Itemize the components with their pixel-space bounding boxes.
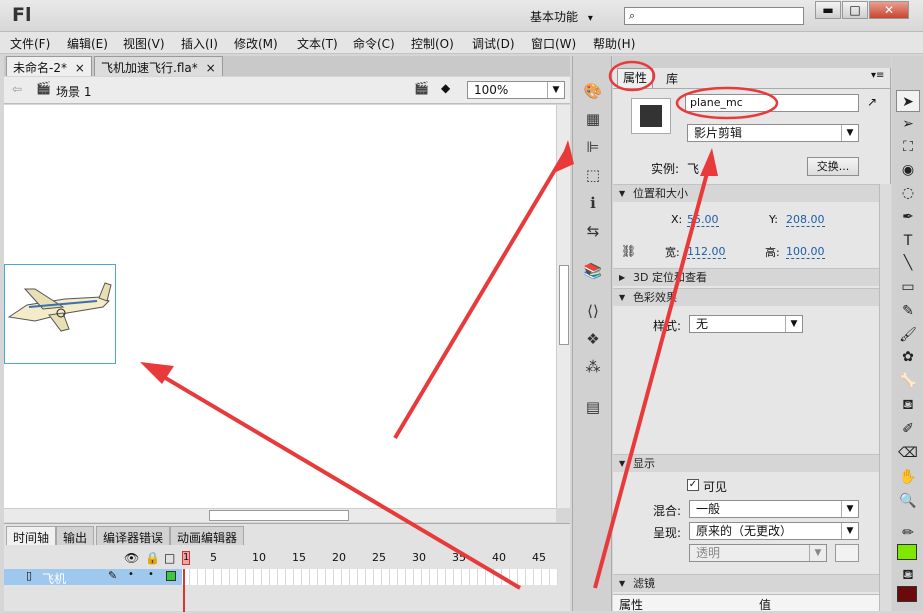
arrowhead-panel-strip bbox=[556, 140, 574, 172]
arrow-to-instance-name bbox=[593, 161, 712, 589]
highlight-ellipse-instance-name bbox=[675, 86, 779, 120]
annotation-overlay bbox=[140, 60, 779, 590]
arrowhead-instance-name bbox=[700, 148, 718, 176]
arrow-to-panel-strip bbox=[393, 146, 570, 440]
highlight-ellipse-properties-tab bbox=[608, 60, 656, 92]
arrow-to-plane bbox=[150, 368, 522, 590]
